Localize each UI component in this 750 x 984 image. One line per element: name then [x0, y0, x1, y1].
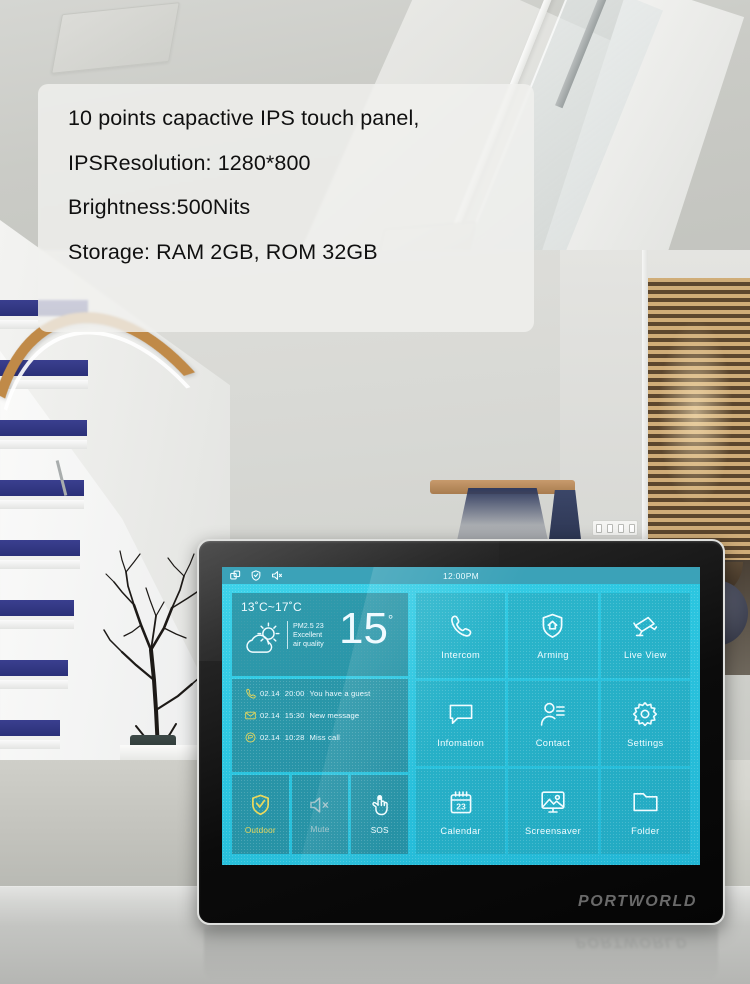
spec-line-1: 10 points capactive IPS touch panel, [68, 106, 420, 130]
left-panel: 13˚C~17˚C PM2.5 23 Excellent air quality… [232, 593, 409, 854]
quick-action-bar: Outdoor Mute SOS [232, 775, 409, 854]
spec-line-3: Brightness:500Nits [68, 195, 251, 219]
quick-action-outdoor[interactable]: Outdoor [232, 775, 289, 854]
envelope-icon [245, 711, 260, 720]
air-quality-line-2: air quality [293, 639, 324, 649]
status-bar-clock: 12:00PM [442, 570, 480, 581]
degree-symbol: ° [387, 612, 394, 627]
spec-overlay-card: 10 points capactive IPS touch panel, IPS… [38, 84, 534, 332]
app-tile-label: Arming [537, 650, 569, 660]
app-tile-label: Folder [631, 826, 660, 836]
app-tile-settings[interactable]: Settings [600, 681, 690, 766]
app-tile-label: Infomation [437, 738, 485, 748]
spec-line-4: Storage: RAM 2GB, ROM 32GB [68, 239, 378, 264]
cctv-camera-icon [631, 611, 659, 641]
gear-icon [632, 699, 658, 729]
quick-action-mute[interactable]: Mute [291, 775, 349, 854]
calendar-day: 23 [456, 801, 466, 811]
speaker-mute-icon [309, 795, 331, 820]
app-tile-label: Intercom [441, 650, 481, 660]
app-tile-label: Screensaver [524, 826, 582, 836]
app-tile-information[interactable]: Infomation [416, 681, 506, 766]
phone-handset-icon [448, 611, 473, 641]
air-quality-block: PM2.5 23 Excellent air quality [287, 621, 335, 649]
picture-monitor-icon [540, 787, 566, 817]
app-grid: Intercom Arming Live View Infomation Con… [416, 593, 690, 854]
list-item[interactable]: 02.14 15:30 New message [232, 711, 408, 720]
app-tile-screensaver[interactable]: Screensaver [508, 769, 598, 854]
list-item-label: 02.14 20:00 You have a guest [260, 689, 371, 698]
app-tile-arming[interactable]: Arming [508, 593, 598, 678]
quick-action-label: Mute [310, 825, 330, 834]
blinds-sunlight [658, 318, 733, 508]
status-bar: 12:00PM [222, 567, 700, 584]
air-quality-line-1: Excellent [293, 630, 323, 640]
temperature-value: 15 [339, 604, 388, 653]
spec-line-2: IPSResolution: 1280*800 [68, 150, 311, 175]
list-item[interactable]: 02.14 10:28 Miss call [232, 732, 408, 743]
device-reflection: PORTWORLD [204, 928, 718, 980]
app-tile-label: Calendar [440, 826, 481, 836]
brand-logo: PORTWORLD [578, 893, 697, 910]
weather-widget[interactable]: 13˚C~17˚C PM2.5 23 Excellent air quality… [232, 593, 408, 676]
current-temperature: 15 ° [339, 607, 393, 651]
shield-home-icon [541, 611, 564, 641]
person-list-icon [539, 699, 566, 729]
app-tile-label: Live View [623, 650, 667, 660]
app-tile-folder[interactable]: Folder [600, 769, 690, 854]
phone-icon [245, 688, 260, 699]
brand-logo-reflection: PORTWORLD [575, 934, 688, 951]
indoor-monitor-device: 12:00PM 13˚C~17˚C PM2.5 23 Excellent air… [197, 539, 725, 925]
speech-bubble-icon [448, 699, 474, 729]
list-item-label: 02.14 10:28 Miss call [260, 733, 340, 742]
touch-hand-icon [371, 794, 388, 821]
quick-action-label: Outdoor [244, 826, 276, 835]
app-tile-live-view[interactable]: Live View [600, 593, 690, 678]
device-screen[interactable]: 12:00PM 13˚C~17˚C PM2.5 23 Excellent air… [222, 567, 700, 865]
app-tile-calendar[interactable]: 23 Calendar [416, 769, 506, 854]
calendar-icon: 23 [449, 787, 473, 817]
list-item-label: 02.14 15:30 New message [260, 711, 360, 720]
shield-check-icon [251, 794, 270, 821]
folder-icon [632, 787, 659, 817]
app-tile-contact[interactable]: Contact [508, 681, 598, 766]
chat-icon [245, 732, 260, 743]
list-item[interactable]: 02.14 20:00 You have a guest [232, 688, 408, 699]
notification-list[interactable]: 02.14 20:00 You have a guest 02.14 15:30 New… [232, 679, 408, 772]
sun-behind-cloud-icon [241, 620, 285, 658]
home-screen: 13˚C~17˚C PM2.5 23 Excellent air quality… [222, 567, 700, 865]
wall-switch-plate [592, 520, 638, 536]
doorway-with-blinds [648, 278, 750, 578]
app-tile-label: Settings [627, 738, 664, 748]
quick-action-label: SOS [370, 826, 389, 835]
pm25-label: PM2.5 23 [293, 621, 324, 630]
quick-action-sos[interactable]: SOS [351, 775, 409, 854]
app-tile-label: Contact [535, 738, 571, 748]
app-tile-intercom[interactable]: Intercom [416, 593, 506, 678]
